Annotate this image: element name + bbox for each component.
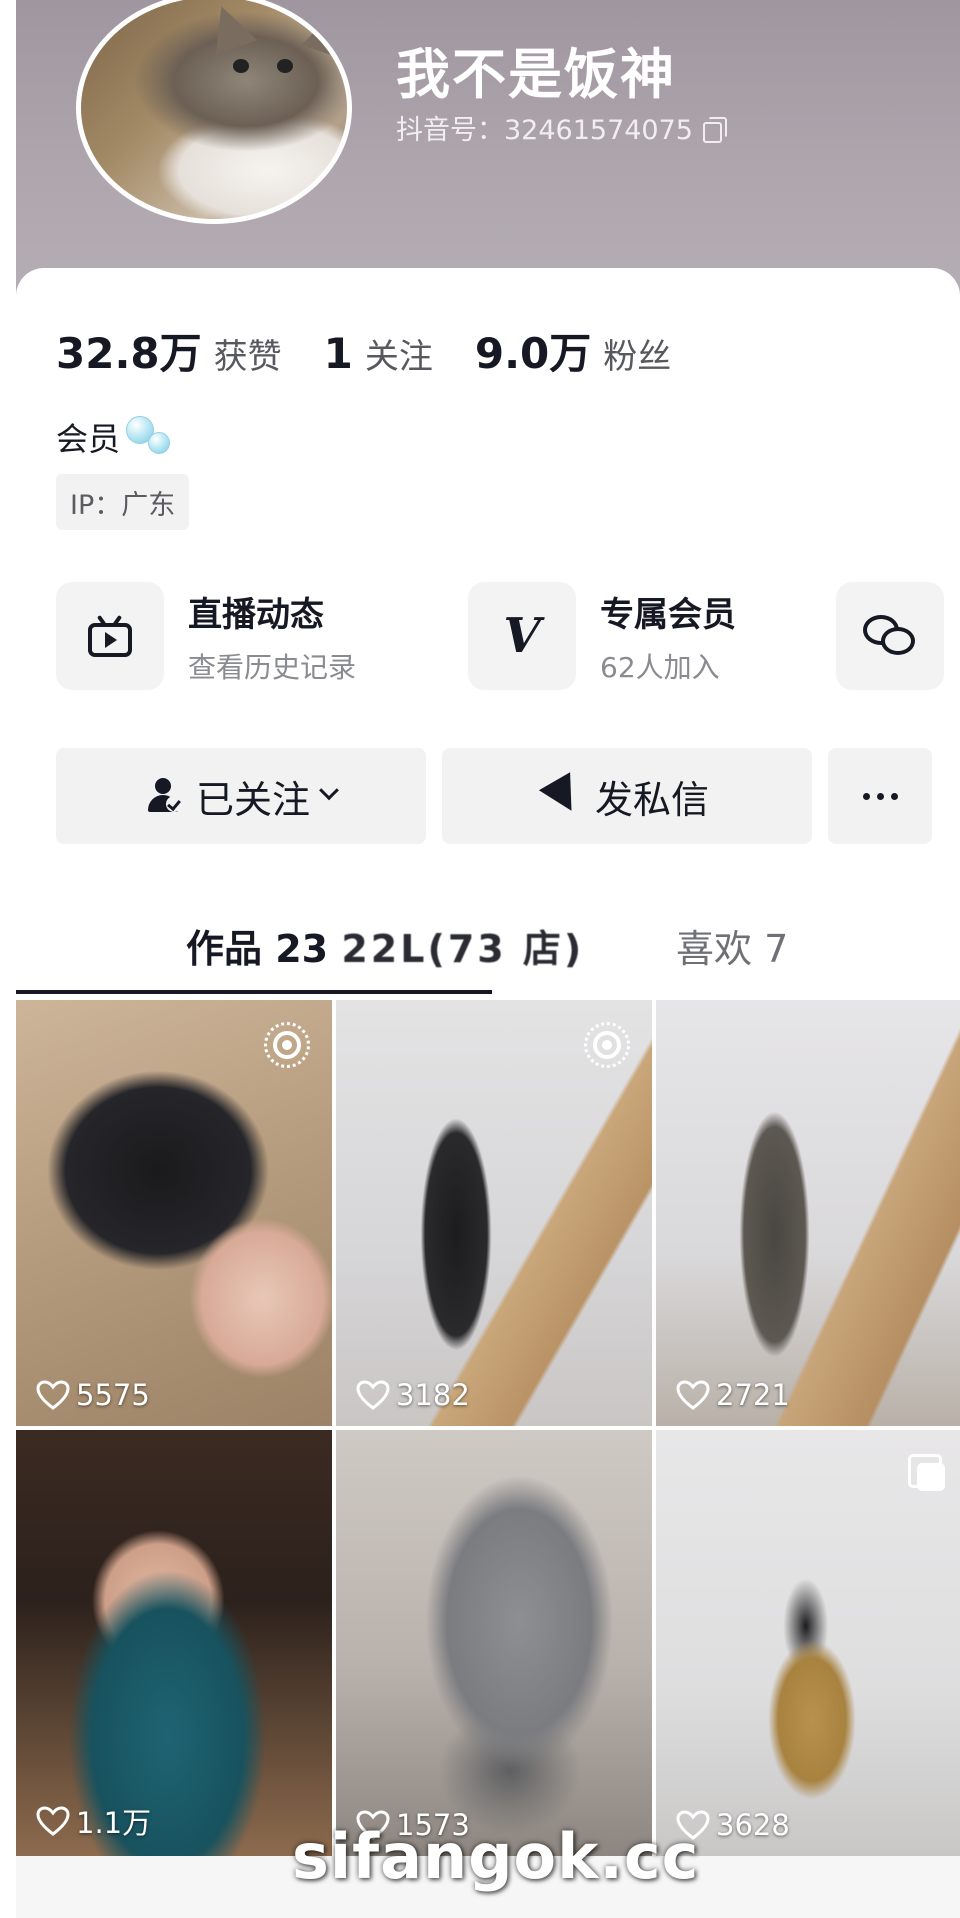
stat-value: 9.0万 xyxy=(474,329,592,378)
tab-active-indicator xyxy=(16,990,492,994)
douyin-id: 抖音号：32461574075 xyxy=(396,108,727,147)
post-thumbnail[interactable]: 5575 xyxy=(16,1000,332,1426)
post-likes: 1.1万 xyxy=(36,1800,151,1842)
chat-bubbles-icon xyxy=(863,613,917,659)
chevron-down-icon xyxy=(319,780,339,801)
ip-location-tag: IP：广东 xyxy=(56,474,190,530)
live-badge-icon xyxy=(264,1022,310,1068)
person-check-icon xyxy=(146,778,182,814)
post-likes-count: 3628 xyxy=(716,1808,790,1842)
heart-icon xyxy=(356,1380,390,1410)
nickname: 我不是饭神 xyxy=(396,43,676,106)
avatar-cat-ear xyxy=(301,3,347,59)
stat-followers[interactable]: 9.0万 粉丝 xyxy=(475,320,671,381)
heart-icon xyxy=(676,1380,710,1410)
post-likes-count: 3182 xyxy=(396,1378,470,1412)
copy-icon[interactable] xyxy=(701,116,727,143)
stat-following[interactable]: 1 关注 xyxy=(324,329,433,378)
stat-label: 关注 xyxy=(364,337,433,377)
member-badge[interactable]: 会员 xyxy=(56,414,172,460)
tab-works[interactable]: 作品 23 22L(73 店) xyxy=(186,918,584,973)
left-margin xyxy=(0,0,16,1918)
watermark: sifangok.cc xyxy=(292,1820,700,1893)
exclusive-member-entry[interactable]: V 专属会员 62人加入 xyxy=(468,582,736,690)
more-dots-icon xyxy=(862,792,898,800)
multi-image-icon xyxy=(908,1454,948,1494)
post-likes-count: 5575 xyxy=(76,1378,150,1412)
stat-value: 1 xyxy=(323,329,353,378)
chat-icon-box xyxy=(836,582,944,690)
tab-likes[interactable]: 喜欢 7 xyxy=(676,918,788,973)
member-subtitle: 62人加入 xyxy=(600,650,720,684)
post-thumbnail[interactable]: 2721 xyxy=(656,1000,960,1426)
post-thumbnail[interactable]: 1.1万 xyxy=(16,1430,332,1856)
live-badge-icon xyxy=(584,1022,630,1068)
stat-likes[interactable]: 32.8万 获赞 xyxy=(56,320,282,381)
live-icon-box xyxy=(56,582,164,690)
send-message-label: 发私信 xyxy=(594,777,709,822)
post-thumbnail[interactable]: 1573 xyxy=(336,1430,652,1856)
send-message-button[interactable]: 发私信 xyxy=(442,748,812,844)
bubble-icon xyxy=(126,414,172,460)
post-likes: 3182 xyxy=(356,1378,470,1412)
heart-icon xyxy=(36,1806,70,1836)
member-icon-box: V xyxy=(468,582,576,690)
followed-label: 已关注 xyxy=(195,777,310,822)
heart-icon xyxy=(36,1380,70,1410)
tv-icon xyxy=(88,614,132,657)
group-chat-entry[interactable] xyxy=(836,582,944,690)
avatar-cat-ear xyxy=(200,0,258,56)
posts-grid: 5575 3182 2721 1.1万 1573 3628 xyxy=(16,1000,960,1864)
avatar[interactable] xyxy=(76,0,352,224)
more-button[interactable] xyxy=(828,748,932,844)
v-icon: V xyxy=(503,608,541,664)
tab-works-label: 作品 23 xyxy=(186,927,329,971)
live-history-entry[interactable]: 直播动态 查看历史记录 xyxy=(56,582,356,690)
stat-label: 粉丝 xyxy=(603,337,672,377)
profile-header: 我不是饭神 抖音号：32461574075 xyxy=(16,0,960,300)
post-likes: 2721 xyxy=(676,1378,790,1412)
send-icon xyxy=(538,772,588,820)
stat-value: 32.8万 xyxy=(56,329,202,378)
tab-obscured-text: 22L(73 店) xyxy=(341,927,585,971)
post-likes-count: 2721 xyxy=(716,1378,790,1412)
avatar-cat-eye xyxy=(233,59,249,73)
post-likes: 5575 xyxy=(36,1378,150,1412)
avatar-cat-eye xyxy=(277,59,293,73)
member-label: 会员 xyxy=(56,420,121,458)
member-title: 专属会员 xyxy=(600,594,736,635)
douyin-id-text: 抖音号：32461574075 xyxy=(396,115,693,146)
post-thumbnail[interactable]: 3628 xyxy=(656,1430,960,1856)
post-likes-count: 1.1万 xyxy=(76,1806,152,1840)
live-title: 直播动态 xyxy=(188,594,324,635)
stat-label: 获赞 xyxy=(213,337,282,377)
followed-button[interactable]: 已关注 xyxy=(56,748,426,844)
post-thumbnail[interactable]: 3182 xyxy=(336,1000,652,1426)
live-subtitle: 查看历史记录 xyxy=(188,650,357,684)
stats-row: 32.8万 获赞 1 关注 9.0万 粉丝 xyxy=(56,320,713,381)
